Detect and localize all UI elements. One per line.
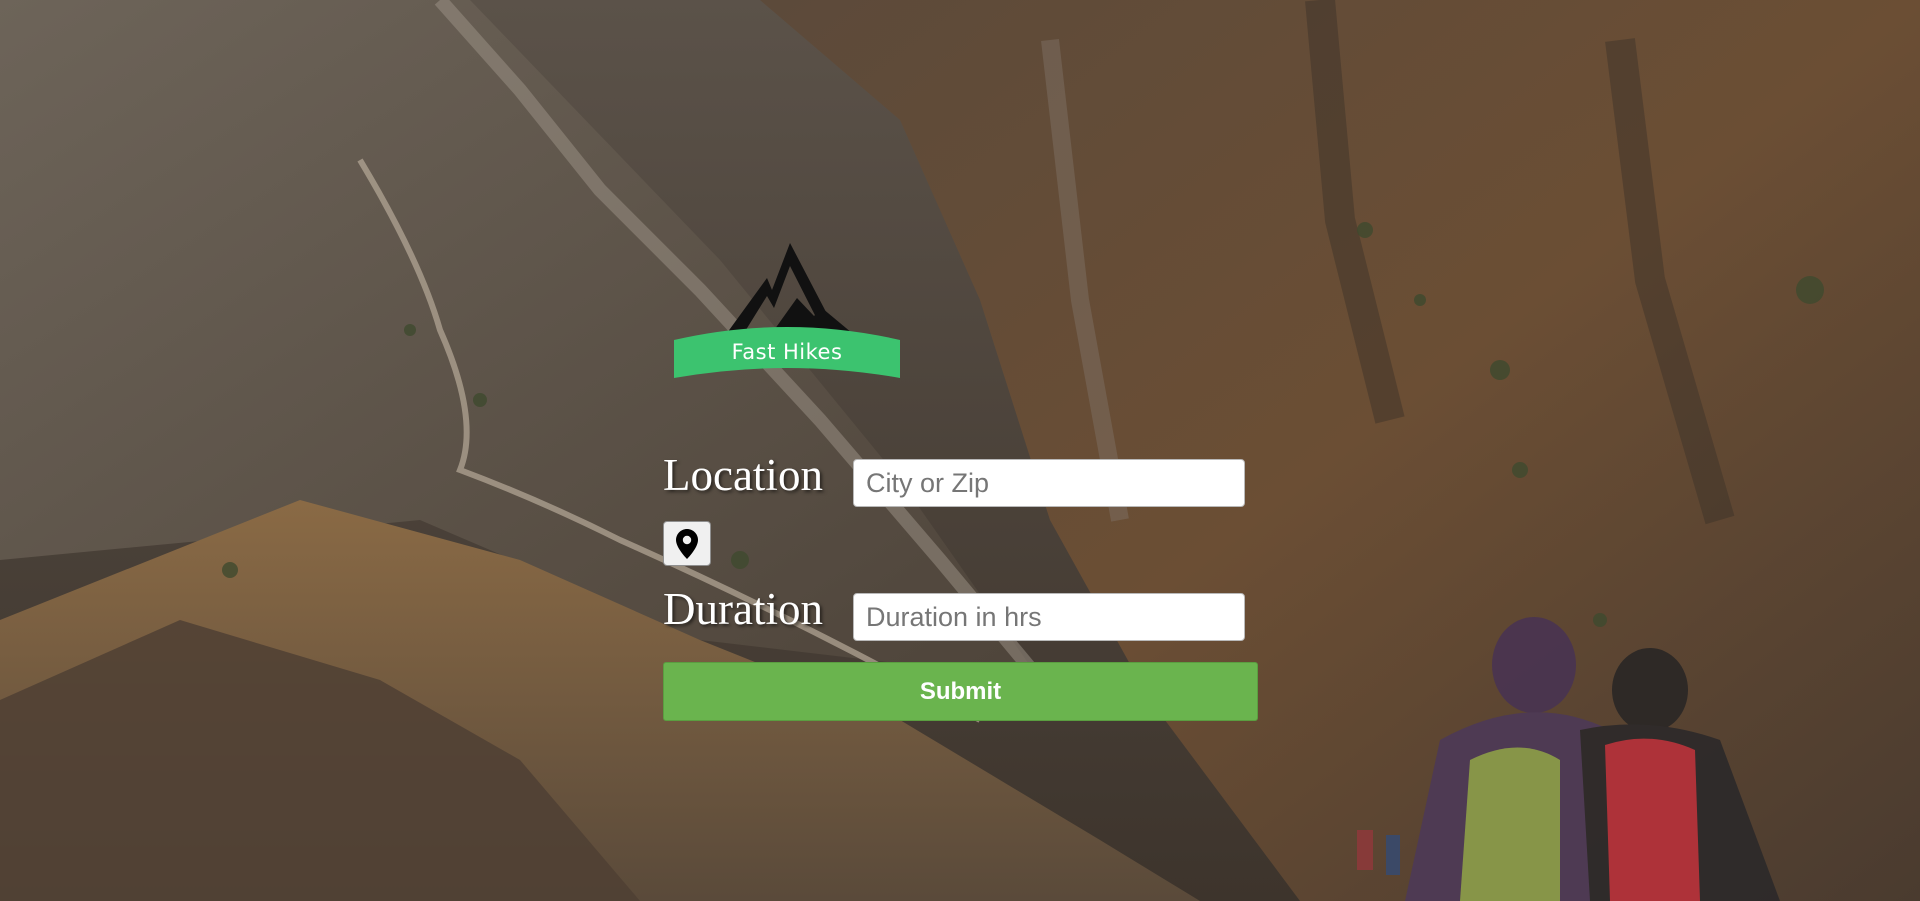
location-input[interactable] bbox=[853, 459, 1245, 507]
brand-logo: Fast Hikes bbox=[672, 238, 902, 384]
background-image bbox=[0, 0, 1920, 901]
geolocate-button[interactable] bbox=[663, 521, 711, 566]
submit-button[interactable]: Submit bbox=[663, 662, 1258, 721]
duration-row: Duration bbox=[663, 587, 823, 632]
duration-input[interactable] bbox=[853, 593, 1245, 641]
logo-text: Fast Hikes bbox=[731, 340, 843, 364]
location-row: Location bbox=[663, 453, 823, 498]
duration-label: Duration bbox=[663, 584, 823, 634]
map-pin-icon bbox=[676, 528, 698, 559]
location-label: Location bbox=[663, 450, 823, 500]
